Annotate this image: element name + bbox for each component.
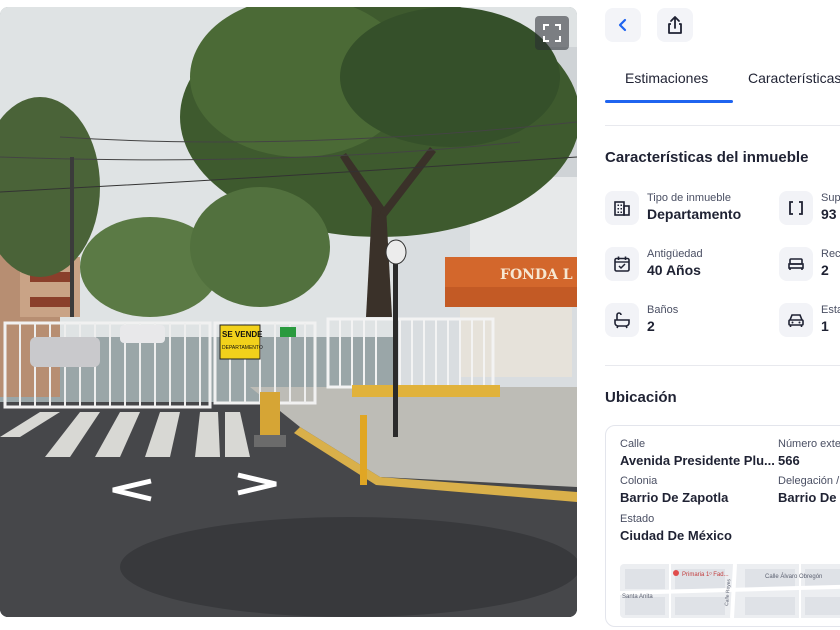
field-value: Avenida Presidente Plu...: [620, 453, 775, 468]
feature-label: Tipo de inmueble: [647, 192, 731, 204]
feature-value: 2: [647, 318, 655, 334]
feature-value: Departamento: [647, 206, 742, 222]
map-label-street-obregon: Calle Álvaro Obregón: [765, 573, 822, 580]
chevron-left-icon: [618, 18, 627, 32]
feature-icon-box: [605, 303, 639, 337]
field-label: Número exte: [778, 438, 840, 450]
location-card: Calle Avenida Presidente Plu... Número e…: [605, 425, 840, 627]
map-label-school: Primaria 1ᵒ Fad...: [682, 572, 729, 578]
map-image[interactable]: Primaria 1ᵒ Fad... Calle Álvaro Obregón …: [620, 564, 840, 618]
location-title: Ubicación: [605, 389, 677, 406]
back-button[interactable]: [605, 8, 641, 42]
area-icon: [789, 201, 803, 215]
feature-recamaras: Rec 2: [779, 247, 840, 283]
tab-caracteristicas[interactable]: Características: [748, 70, 840, 86]
feature-label: Esta: [821, 304, 840, 316]
feature-label: Antigüedad: [647, 248, 703, 260]
calendar-icon: [614, 256, 630, 272]
divider: [605, 365, 840, 366]
feature-icon-box: [605, 191, 639, 225]
car-icon: [788, 314, 804, 327]
feature-icon-box: [779, 247, 813, 281]
field-estado: Estado Ciudad De México: [620, 513, 732, 543]
feature-superficie: Sup 93: [779, 191, 840, 227]
feature-icon-box: [605, 247, 639, 281]
street-view-image[interactable]: FONDA L SE VENDE DEPARTAMENTO: [0, 7, 577, 617]
share-button[interactable]: [657, 8, 693, 42]
field-label: Colonia: [620, 475, 658, 487]
tab-estimaciones[interactable]: Estimaciones: [625, 70, 708, 86]
building-icon: [614, 201, 630, 216]
field-colonia: Colonia Barrio De Zapotla: [620, 475, 728, 505]
tab-bar: Estimaciones Características: [605, 64, 840, 106]
share-icon: [668, 16, 682, 34]
feature-banos: Baños 2: [605, 303, 775, 339]
feature-icon-box: [779, 303, 813, 337]
divider: [605, 125, 840, 126]
property-panel: Estimaciones Características Característ…: [577, 0, 840, 630]
field-value: Ciudad De México: [620, 528, 732, 543]
field-value: 566: [778, 453, 800, 468]
street-view-panel[interactable]: FONDA L SE VENDE DEPARTAMENTO: [0, 7, 577, 617]
field-value: Barrio De Zapotla: [620, 490, 729, 505]
field-calle: Calle Avenida Presidente Plu...: [620, 438, 775, 468]
feature-label: Baños: [647, 304, 679, 316]
map-label-santa-anita: Santa Anita: [622, 594, 653, 600]
bathtub-icon: [614, 312, 630, 329]
active-tab-indicator: [605, 100, 733, 103]
feature-label: Rec: [821, 248, 840, 260]
feature-icon-box: [779, 191, 813, 225]
bed-icon: [788, 258, 804, 270]
sale-sign-subtext: DEPARTAMENTO: [222, 345, 263, 351]
feature-label: Sup: [821, 192, 840, 204]
feature-value: 2: [821, 262, 829, 278]
field-delegacion: Delegación / Barrio De Z: [778, 475, 840, 505]
field-numero-exterior: Número exte 566: [778, 438, 840, 468]
feature-value: 40 Años: [647, 262, 701, 278]
feature-value: 93: [821, 206, 837, 222]
expand-icon: [543, 24, 561, 42]
arrow-left-icon[interactable]: [105, 477, 155, 503]
arrow-right-icon[interactable]: [234, 471, 284, 497]
sale-sign-text: SE VENDE: [222, 330, 263, 339]
feature-antiguedad: Antigüedad 40 Años: [605, 247, 775, 283]
shop-sign-text: FONDA L: [500, 267, 573, 283]
features-title: Características del inmueble: [605, 149, 809, 166]
field-label: Calle: [620, 438, 646, 450]
feature-estacionamientos: Esta 1: [779, 303, 840, 339]
field-label: Delegación /: [778, 475, 840, 487]
field-label: Estado: [620, 513, 655, 525]
field-value: Barrio De Z: [778, 490, 840, 505]
feature-tipo-inmueble: Tipo de inmueble Departamento: [605, 191, 775, 227]
fullscreen-button[interactable]: [535, 16, 569, 50]
feature-value: 1: [821, 318, 829, 334]
location-map[interactable]: Primaria 1ᵒ Fad... Calle Álvaro Obregón …: [620, 564, 840, 618]
